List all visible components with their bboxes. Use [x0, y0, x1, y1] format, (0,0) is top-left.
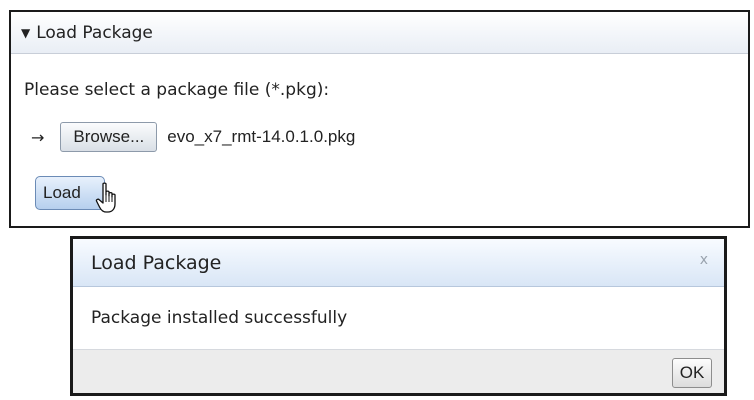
file-select-row: → Browse... evo_x7_rmt-14.0.1.0.pkg: [31, 122, 355, 152]
package-file-prompt: Please select a package file (*.pkg):: [24, 80, 330, 100]
selected-filename: evo_x7_rmt-14.0.1.0.pkg: [167, 127, 356, 146]
dialog-titlebar[interactable]: Load Package x: [73, 239, 724, 287]
caret-down-icon[interactable]: ▼: [21, 26, 30, 40]
panel-header[interactable]: ▼ Load Package: [11, 12, 748, 54]
ok-button[interactable]: OK: [672, 358, 712, 388]
panel-title: Load Package: [36, 22, 153, 43]
dialog-message: Package installed successfully: [73, 287, 724, 350]
hand-pointer-icon: [95, 182, 116, 213]
load-package-dialog: Load Package x Package installed success…: [70, 236, 727, 396]
dialog-footer: OK: [73, 350, 724, 393]
arrow-icon: →: [31, 127, 45, 147]
load-package-panel: ▼ Load Package Please select a package f…: [9, 10, 750, 228]
dialog-title: Load Package: [91, 251, 222, 274]
close-icon[interactable]: x: [700, 252, 708, 268]
browse-button[interactable]: Browse...: [60, 122, 158, 152]
